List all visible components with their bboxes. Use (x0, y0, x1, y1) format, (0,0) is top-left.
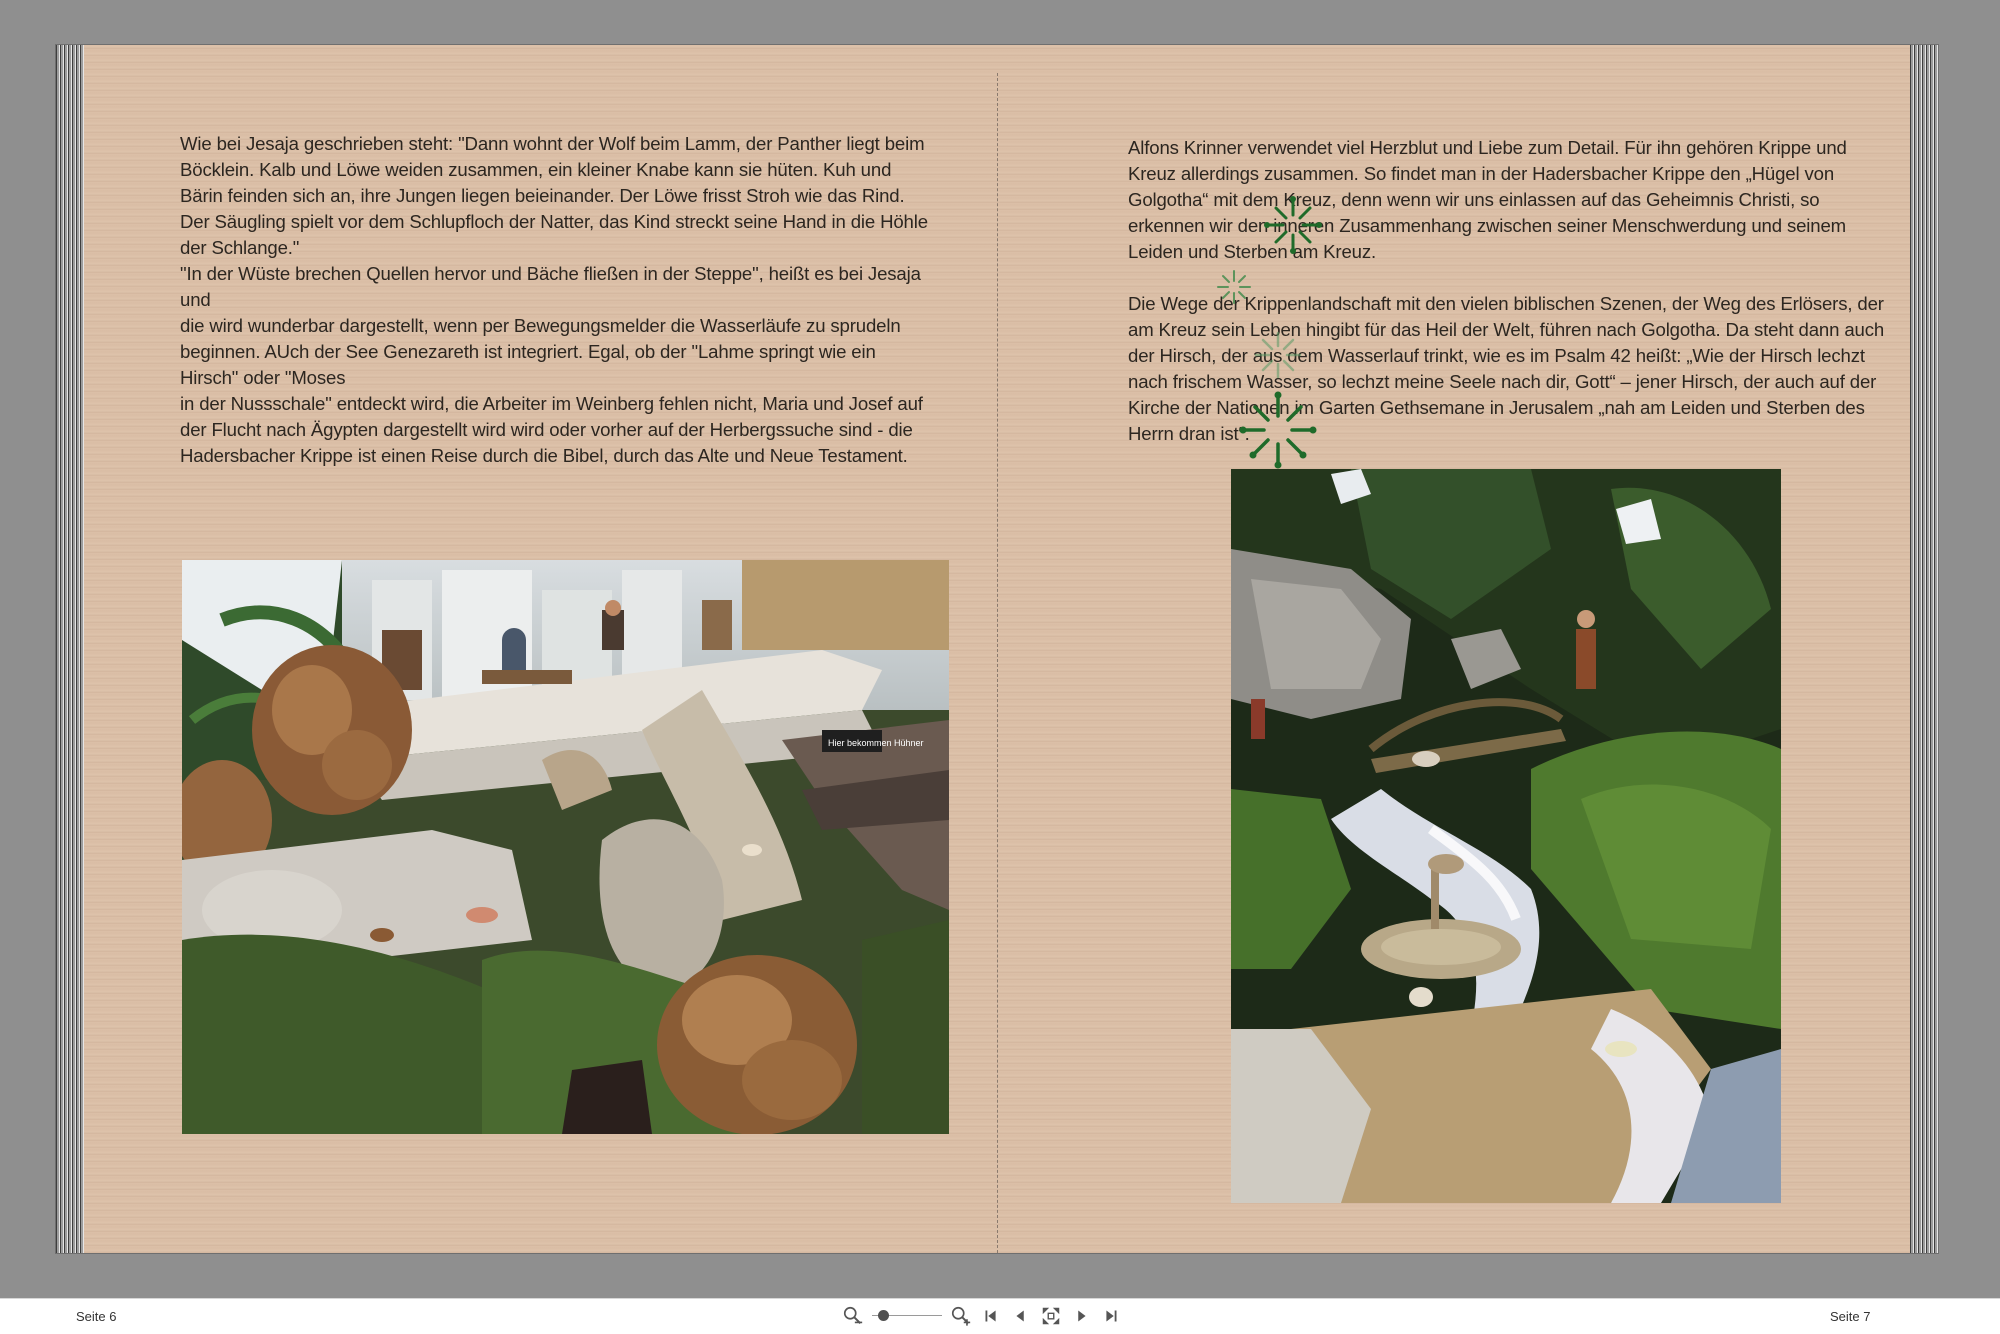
book-spread: Wie bei Jesaja geschrieben steht: "Dann … (56, 45, 1938, 1253)
last-page-icon (1106, 1310, 1117, 1322)
previous-page-icon (1016, 1310, 1024, 1322)
left-page: Wie bei Jesaja geschrieben steht: "Dann … (84, 45, 997, 1253)
zoom-slider-thumb[interactable] (878, 1310, 889, 1321)
left-paragraph-2: "In der Wüste brechen Quellen hervor und… (180, 263, 921, 310)
right-paragraph-1: Alfons Krinner verwendet viel Herzblut u… (1128, 137, 1847, 262)
previous-page-button[interactable] (1006, 1301, 1036, 1331)
zoom-out-icon (843, 1306, 863, 1325)
right-paragraph-2: Die Wege der Krippenlandschaft mit den v… (1128, 293, 1885, 444)
next-page-icon (1078, 1310, 1086, 1322)
right-page-edges (1910, 45, 1938, 1253)
fit-page-button[interactable] (1036, 1301, 1066, 1331)
viewer-toolbar (838, 1299, 1126, 1333)
left-paragraph-3: die wird wunderbar dargestellt, wenn per… (180, 315, 901, 388)
left-paragraph-4: in der Nussschale" entdeckt wird, die Ar… (180, 393, 923, 466)
zoom-in-icon (951, 1306, 971, 1326)
zoom-slider[interactable] (872, 1301, 942, 1331)
right-page: Alfons Krinner verwendet viel Herzblut u… (998, 45, 1910, 1253)
viewer-footer: Seite 6 Seite 7 (0, 1298, 2000, 1334)
right-page-text: Alfons Krinner verwendet viel Herzblut u… (1128, 135, 1898, 447)
right-page-number: Seite 7 (1830, 1309, 1871, 1324)
left-page-edges (56, 45, 84, 1253)
fit-page-icon (1042, 1307, 1060, 1325)
first-page-icon (985, 1310, 996, 1322)
zoom-out-button[interactable] (838, 1301, 868, 1331)
nativity-scene-illustration: Hier bekommen Hühner (182, 560, 949, 1134)
left-page-text: Wie bei Jesaja geschrieben steht: "Dann … (180, 131, 935, 469)
next-page-button[interactable] (1066, 1301, 1096, 1331)
photo-sign-label: Hier bekommen Hühner (828, 738, 924, 748)
first-page-button[interactable] (976, 1301, 1006, 1331)
zoom-in-button[interactable] (946, 1301, 976, 1331)
left-paragraph-1: Wie bei Jesaja geschrieben steht: "Dann … (180, 133, 928, 258)
stream-deer-illustration (1231, 469, 1781, 1203)
last-page-button[interactable] (1096, 1301, 1126, 1331)
nativity-scene-photo: Hier bekommen Hühner (182, 560, 949, 1134)
stream-deer-photo (1231, 469, 1781, 1203)
left-page-number: Seite 6 (76, 1309, 117, 1324)
